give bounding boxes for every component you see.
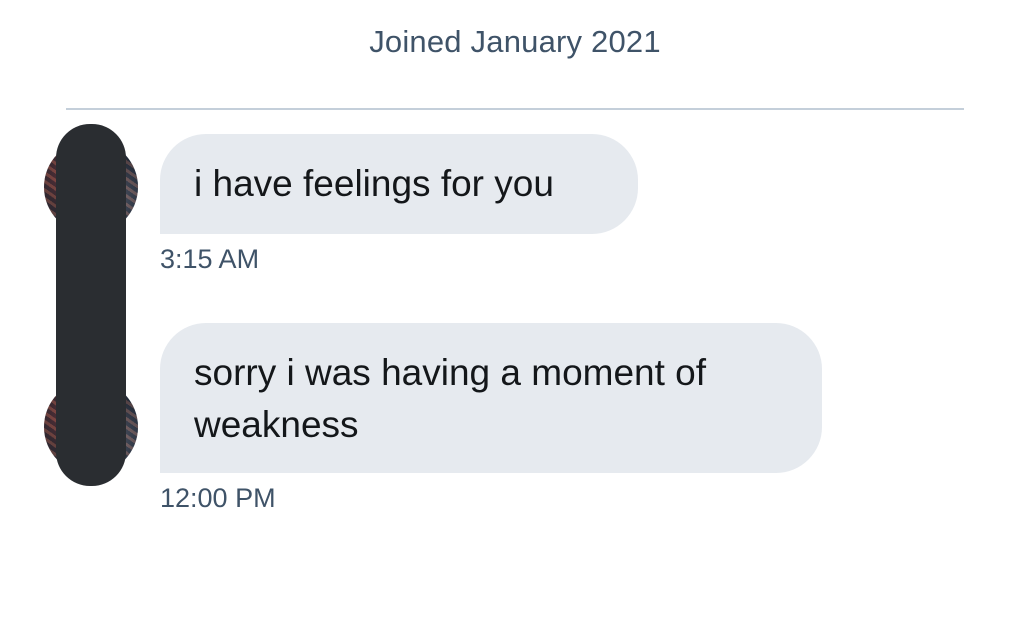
divider (66, 108, 964, 110)
redaction-bar (56, 124, 126, 486)
message-bubble[interactable]: sorry i was having a moment of weakness (160, 323, 822, 473)
message-timestamp: 12:00 PM (160, 483, 276, 513)
message-bubble[interactable]: i have feelings for you (160, 134, 638, 234)
message-timestamp: 3:15 AM (160, 244, 260, 274)
joined-date-label: Joined January 2021 (369, 24, 661, 59)
